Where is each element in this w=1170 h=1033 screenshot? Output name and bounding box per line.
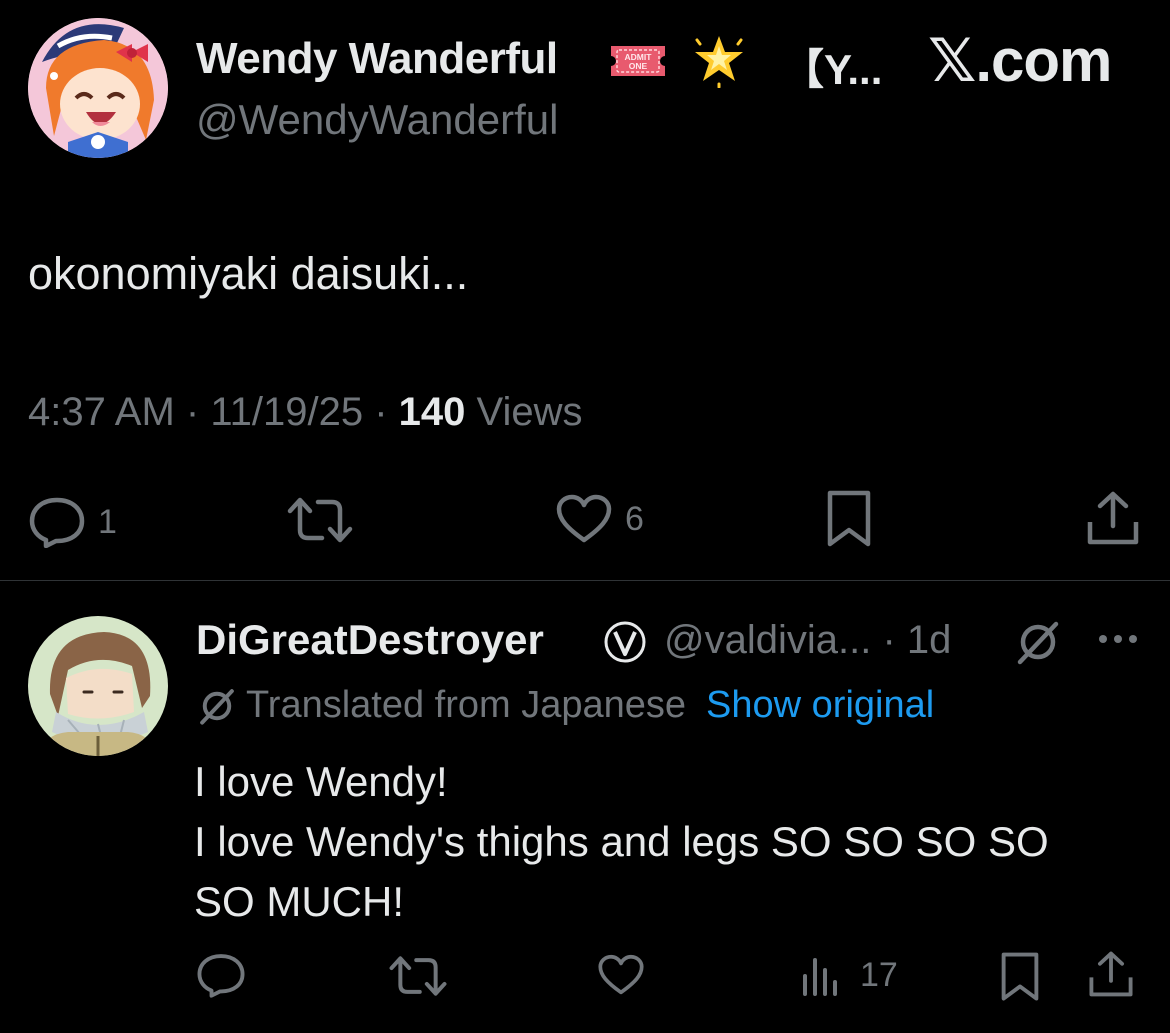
translation-label: Translated from Japanese xyxy=(246,684,687,726)
site-brand: 𝕏.com xyxy=(928,27,1112,94)
tweet-time[interactable]: 4:37 AM xyxy=(28,390,175,434)
author-name-suffix[interactable]: 【Y... xyxy=(782,36,882,97)
reply-like-button[interactable] xyxy=(597,954,645,996)
tweet-date[interactable]: 11/19/25 xyxy=(210,390,363,434)
reply-handle-row: @valdivia... · 1d xyxy=(664,618,951,663)
translation-row: Translated from Japanese Show original xyxy=(196,684,934,727)
reply-text-line: I love Wendy's thighs and legs SO SO SO … xyxy=(194,818,1049,865)
like-button[interactable]: 6 xyxy=(555,494,644,544)
reply-views-button[interactable]: 17 xyxy=(800,954,898,996)
tweet-meta: 4:37 AM · 11/19/25 · 140 Views xyxy=(28,390,583,435)
share-icon xyxy=(1089,951,1133,997)
share-button[interactable] xyxy=(1086,490,1140,546)
reply-icon xyxy=(197,954,245,998)
meta-separator: · xyxy=(374,390,388,434)
retweet-icon xyxy=(287,497,353,543)
share-icon xyxy=(1087,491,1139,545)
reply-age[interactable]: 1d xyxy=(907,618,952,662)
views-label: Views xyxy=(476,390,583,434)
reply-text-line: SO MUCH! xyxy=(194,878,404,925)
reply-text: I love Wendy! I love Wendy's thighs and … xyxy=(194,752,1154,932)
meta-separator: · xyxy=(882,618,896,662)
reply-views-count: 17 xyxy=(860,955,898,994)
reply-bookmark-button[interactable] xyxy=(1000,952,1040,1002)
reply-text-line: I love Wendy! xyxy=(194,758,448,805)
reply-count: 1 xyxy=(98,502,117,541)
bookmark-button[interactable] xyxy=(826,490,872,548)
more-icon[interactable] xyxy=(1096,624,1140,654)
reply-retweet-button[interactable] xyxy=(388,954,448,998)
reply-display-name[interactable]: DiGreatDestroyer xyxy=(196,616,544,664)
reply-reply-button[interactable] xyxy=(196,952,246,998)
retweet-button[interactable] xyxy=(286,496,354,544)
reply-icon xyxy=(29,497,85,548)
reply-button[interactable]: 1 xyxy=(28,496,117,548)
no-symbol-icon xyxy=(1014,618,1062,666)
like-icon xyxy=(598,954,644,995)
svg-text:ONE: ONE xyxy=(629,61,648,71)
bookmark-icon xyxy=(1001,952,1039,1001)
views-count: 140 xyxy=(398,390,466,434)
no-symbol-icon xyxy=(200,688,234,725)
author-avatar[interactable] xyxy=(28,18,168,158)
star-emoji-icon xyxy=(691,32,747,89)
author-display-name[interactable]: Wendy Wanderful xyxy=(196,34,558,84)
reply-share-button[interactable] xyxy=(1088,950,1134,998)
author-handle[interactable]: @WendyWanderful xyxy=(196,96,558,144)
bookmark-icon xyxy=(827,490,871,547)
verified-icon xyxy=(603,620,647,664)
meta-separator: · xyxy=(185,390,200,434)
show-original-link[interactable]: Show original xyxy=(706,684,934,727)
reply-avatar[interactable] xyxy=(28,616,168,756)
ticket-emoji-icon: ADMIT ONE xyxy=(609,42,667,80)
tweet-text: okonomiyaki daisuki... xyxy=(28,248,469,299)
retweet-icon xyxy=(389,956,447,996)
reply-handle[interactable]: @valdivia... xyxy=(664,618,871,662)
divider xyxy=(0,580,1170,581)
like-count: 6 xyxy=(625,499,644,538)
views-icon xyxy=(803,958,837,996)
like-icon xyxy=(556,494,612,543)
